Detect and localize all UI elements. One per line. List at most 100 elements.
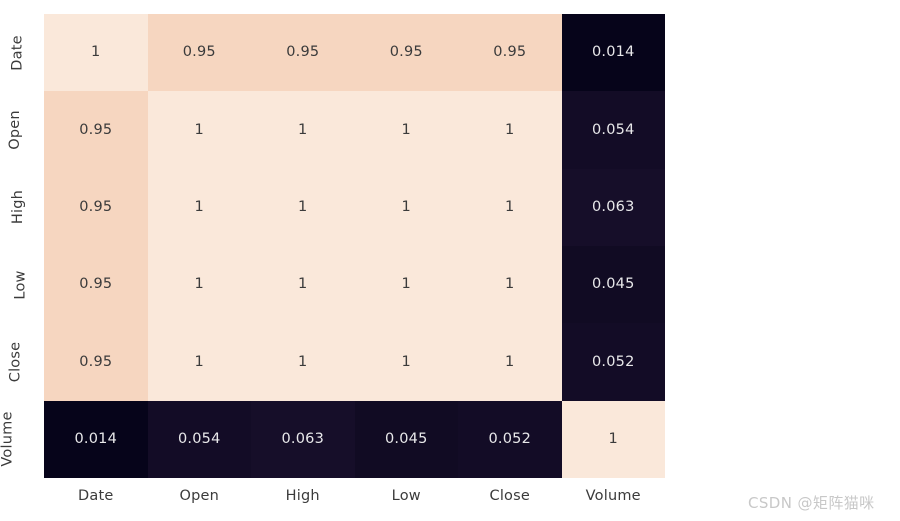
y-axis-tick-label: Volume [0, 411, 16, 467]
heatmap-cell: 0.95 [458, 14, 562, 92]
heatmap-cell: 1 [251, 168, 355, 246]
heatmap-cell: 0.95 [44, 91, 148, 169]
heatmap-cell: 1 [458, 91, 562, 169]
heatmap-cell-value: 0.95 [79, 353, 113, 370]
heatmap-cell: 0.95 [44, 246, 148, 324]
heatmap-cell: 1 [147, 168, 251, 246]
heatmap-cell-value: 1 [298, 276, 308, 293]
heatmap-cell-value: 0.063 [281, 431, 324, 448]
y-axis-tick: Date [0, 14, 44, 91]
x-axis-tick: Close [458, 478, 562, 514]
heatmap-cell: 1 [147, 91, 251, 169]
heatmap-cell-value: 1 [505, 199, 515, 216]
heatmap-cell-value: 1 [194, 199, 204, 216]
heatmap-cell-value: 1 [401, 276, 411, 293]
y-axis-tick: High [0, 169, 44, 246]
y-axis-tick-label: Close [6, 341, 23, 383]
heatmap-plot-area: 1 0.95 0.95 0.95 0.95 0.014 0.95 1 1 1 1 0.054 0.95 1… [44, 14, 665, 478]
heatmap-cell: 0.95 [44, 168, 148, 246]
heatmap-cell-value: 0.95 [79, 121, 113, 138]
heatmap-cell-value: 1 [401, 353, 411, 370]
x-axis-tick-label: Date [78, 488, 114, 504]
heatmap-cell-value: 0.95 [286, 44, 320, 61]
heatmap-cell: 1 [458, 246, 562, 324]
heatmap-figure: Date Open High Low Close Volume 1 0.95 0.95 0.95… [0, 0, 900, 521]
heatmap-cell: 0.95 [354, 14, 458, 92]
heatmap-cell: 1 [44, 14, 148, 92]
x-axis-tick-label: High [285, 488, 320, 504]
heatmap-cell: 1 [458, 323, 562, 401]
heatmap-cell-value: 0.95 [79, 199, 113, 216]
heatmap-cell-value: 1 [194, 353, 204, 370]
heatmap-cell: 0.014 [561, 14, 665, 92]
heatmap-cell: 0.014 [44, 400, 148, 478]
heatmap-cell-value: 1 [401, 199, 411, 216]
heatmap-cell: 0.95 [251, 14, 355, 92]
heatmap-cell-value: 0.052 [591, 353, 635, 370]
heatmap-cell: 1 [354, 91, 458, 169]
heatmap-cell: 0.063 [251, 400, 355, 478]
y-axis-tick-label: Date [9, 34, 26, 71]
heatmap-cell: 1 [354, 168, 458, 246]
heatmap-cell-value: 1 [298, 353, 308, 370]
heatmap-cell-value: 0.014 [591, 44, 635, 61]
heatmap-cell: 0.045 [561, 246, 665, 324]
x-axis-tick-labels: Date Open High Low Close Volume [44, 478, 665, 514]
x-axis-tick: Low [355, 478, 459, 514]
heatmap-cell-value: 0.045 [384, 431, 428, 448]
heatmap-cell: 0.95 [44, 323, 148, 401]
heatmap-cell-value: 0.052 [488, 431, 531, 448]
heatmap-cell: 0.054 [147, 400, 251, 478]
heatmap-cell-value: 1 [194, 276, 204, 293]
heatmap-cell-value: 0.95 [389, 44, 423, 61]
heatmap-cell: 1 [458, 168, 562, 246]
heatmap-cell-value: 1 [91, 44, 101, 61]
x-axis-tick-label: Low [391, 488, 421, 504]
heatmap-cell-value: 1 [505, 121, 515, 138]
y-axis-tick-label: High [9, 190, 26, 225]
x-axis-tick: Volume [562, 478, 666, 514]
x-axis-tick: High [251, 478, 355, 514]
heatmap-cell-value: 0.063 [591, 199, 635, 216]
heatmap-cell: 0.054 [561, 91, 665, 169]
heatmap-cell-value: 1 [505, 276, 515, 293]
heatmap-cell-value: 1 [505, 353, 515, 370]
x-axis-tick-label: Volume [585, 488, 641, 504]
heatmap-cell-value: 1 [608, 431, 618, 448]
x-axis-tick: Open [148, 478, 252, 514]
heatmap-cell: 1 [354, 323, 458, 401]
heatmap-cell: 0.95 [147, 14, 251, 92]
heatmap-cell: 0.052 [458, 400, 562, 478]
x-axis-tick: Date [44, 478, 148, 514]
heatmap-cell-value: 0.054 [591, 121, 635, 138]
heatmap-cell: 1 [561, 400, 665, 478]
y-axis-tick-label: Open [7, 110, 24, 150]
watermark-text: CSDN @矩阵猫咪 [748, 494, 875, 512]
heatmap-cell-value: 0.054 [177, 431, 221, 448]
heatmap-cell-value: 1 [401, 121, 411, 138]
y-axis-tick: Low [0, 246, 44, 323]
heatmap-cell: 0.045 [354, 400, 458, 478]
y-axis-tick: Close [0, 323, 44, 400]
heatmap-cell: 0.052 [561, 323, 665, 401]
heatmap-cell-value: 1 [298, 121, 308, 138]
heatmap-cell: 1 [251, 323, 355, 401]
heatmap-cell: 1 [251, 91, 355, 169]
heatmap-cell-value: 0.95 [79, 276, 113, 293]
y-axis-tick-label: Low [12, 270, 29, 300]
x-axis-tick-label: Close [489, 488, 530, 504]
y-axis-tick: Volume [0, 401, 44, 478]
y-axis-tick: Open [0, 91, 44, 168]
heatmap-cell-value: 0.045 [591, 276, 635, 293]
heatmap-grid: 1 0.95 0.95 0.95 0.95 0.014 0.95 1 1 1 1 0.054 0.95 1… [44, 14, 665, 478]
heatmap-cell-value: 0.014 [74, 431, 117, 448]
heatmap-cell: 1 [354, 246, 458, 324]
heatmap-cell-value: 1 [194, 121, 204, 138]
y-axis-tick-labels: Date Open High Low Close Volume [0, 14, 44, 478]
heatmap-cell: 1 [251, 246, 355, 324]
x-axis-tick-label: Open [179, 488, 220, 504]
heatmap-cell: 1 [147, 323, 251, 401]
heatmap-cell: 0.063 [561, 168, 665, 246]
heatmap-cell-value: 0.95 [182, 44, 216, 61]
heatmap-cell: 1 [147, 246, 251, 324]
